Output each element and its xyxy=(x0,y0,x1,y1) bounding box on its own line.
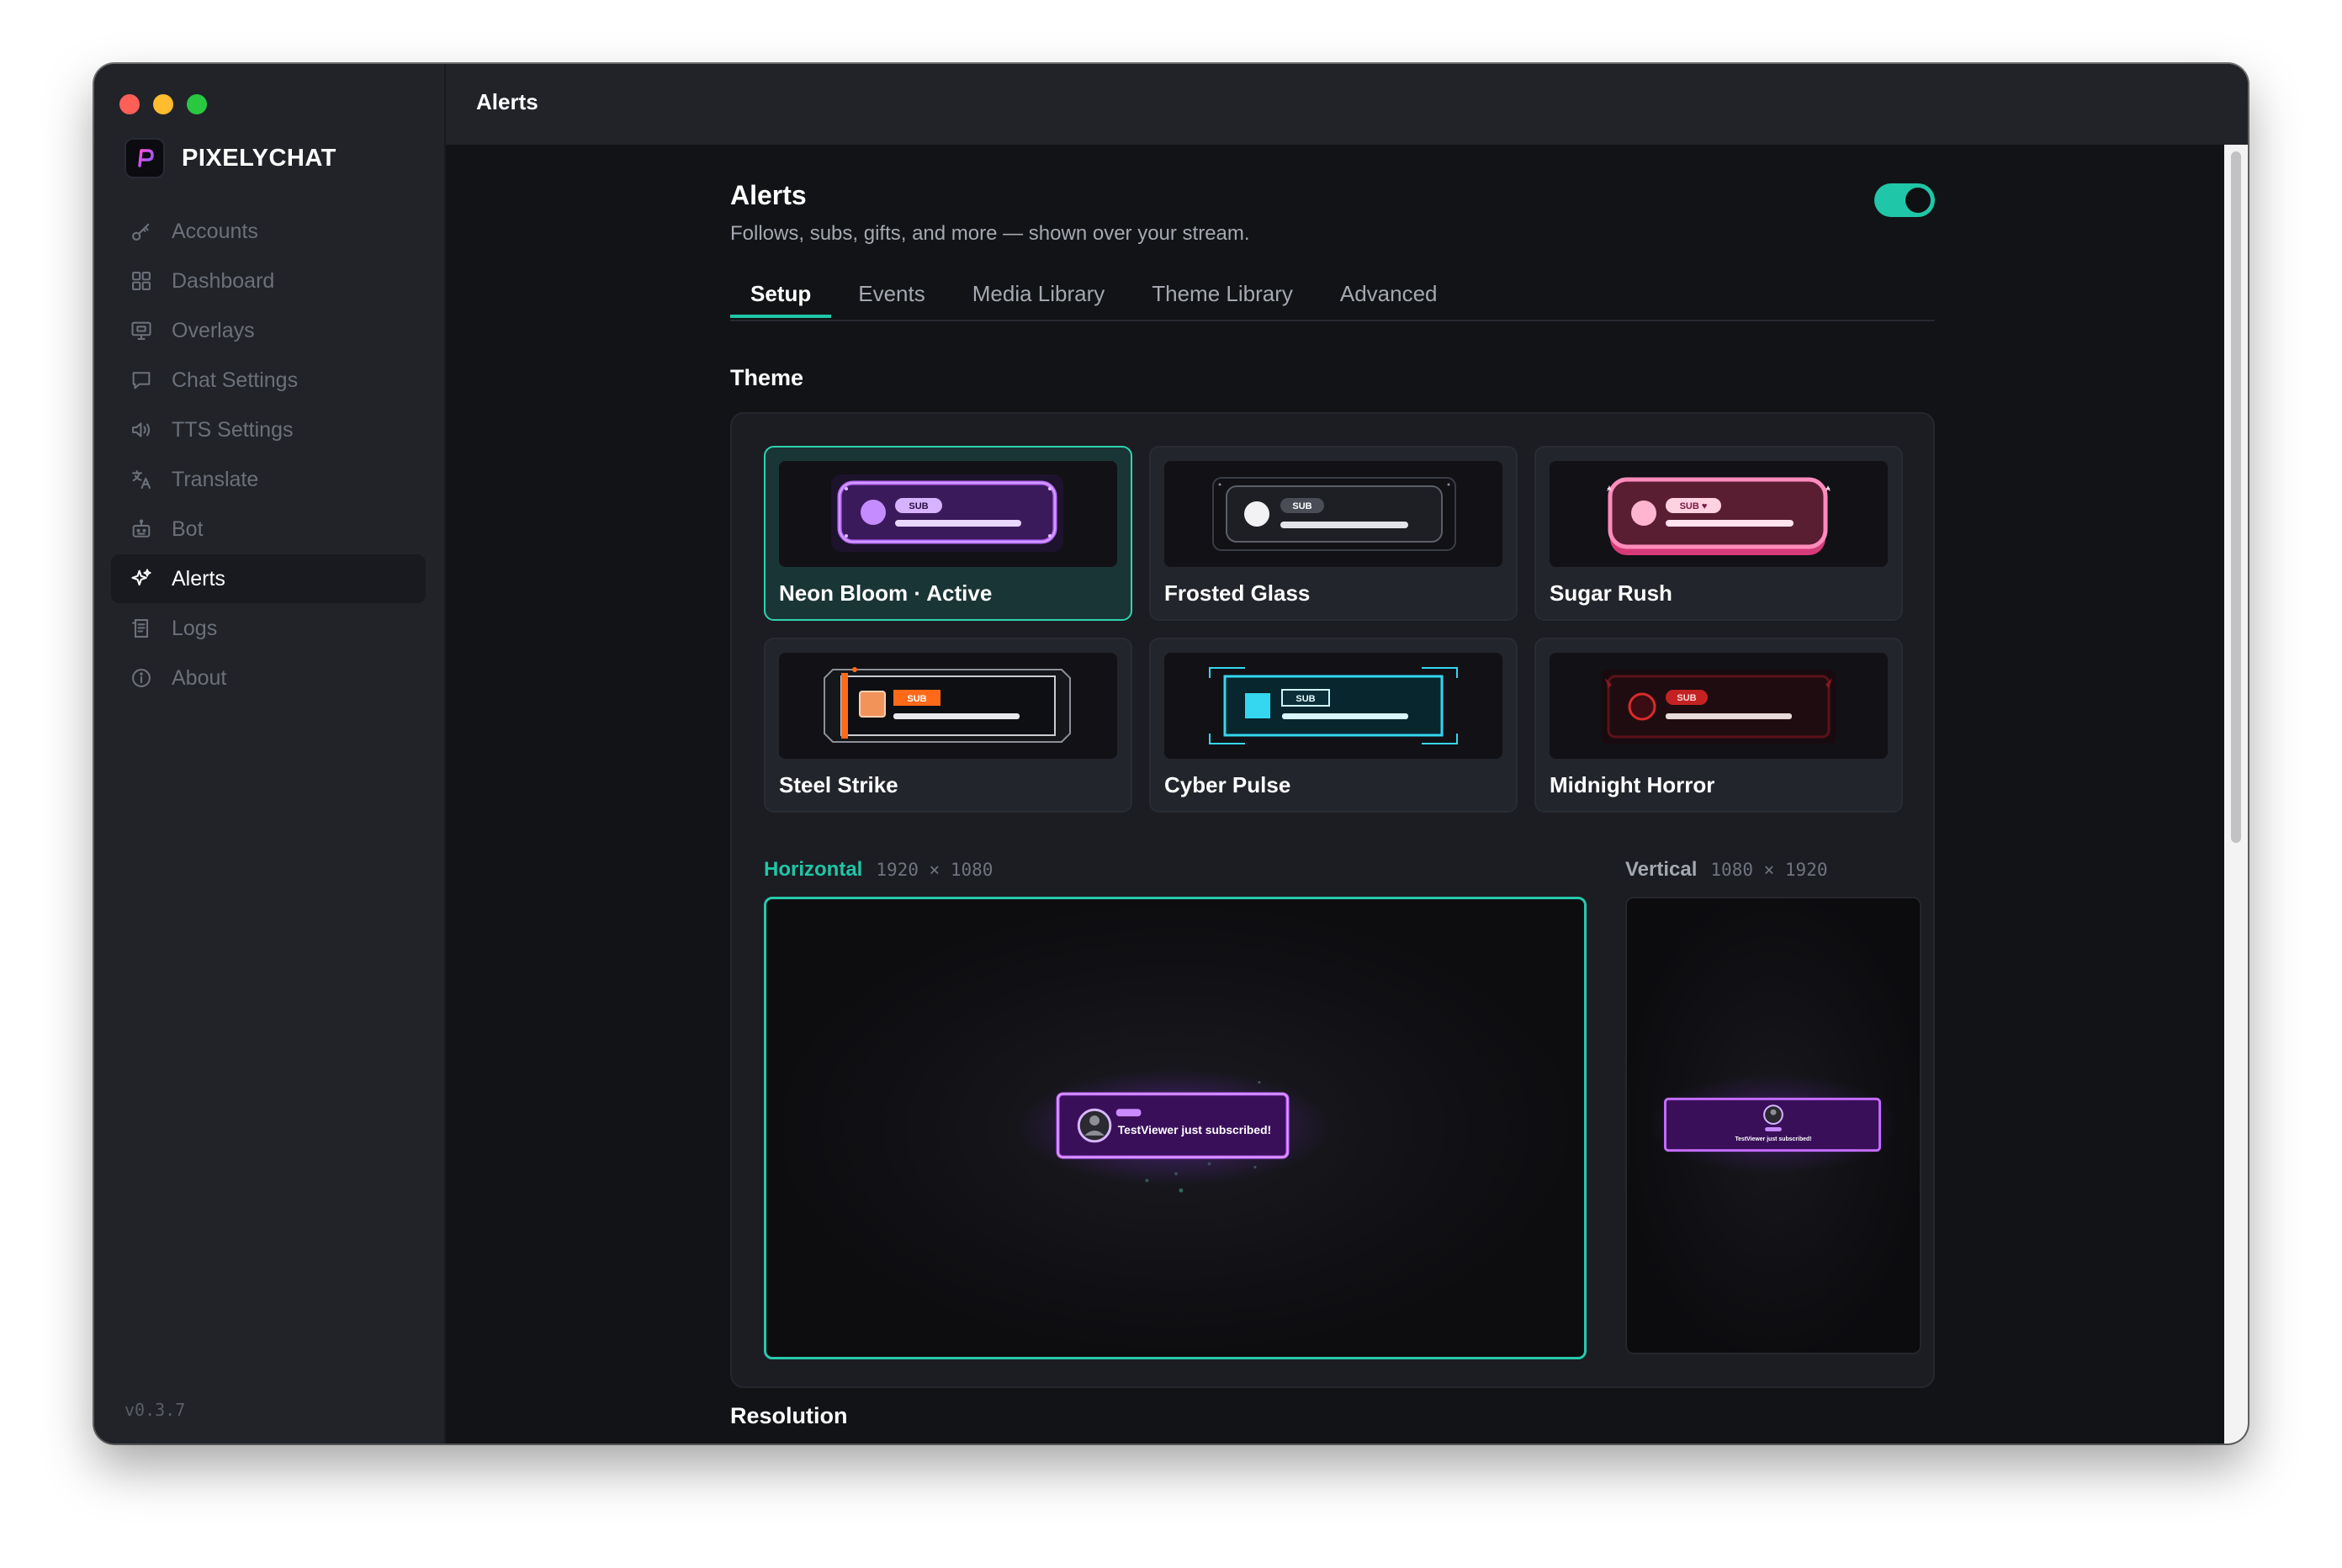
sidebar-item-label: Chat Settings xyxy=(172,368,299,392)
tab-media-library[interactable]: Media Library xyxy=(952,279,1126,318)
theme-card-midnight-horror[interactable]: SUB Midnight Horror xyxy=(1534,638,1903,813)
sidebar-item-translate[interactable]: Translate xyxy=(111,455,426,504)
theme-card-label: Midnight Horror xyxy=(1550,772,1715,797)
sidebar-item-about[interactable]: About xyxy=(111,654,426,702)
sidebar-item-tts-settings[interactable]: TTS Settings xyxy=(111,405,426,454)
page-subtitle: Follows, subs, gifts, and more — shown o… xyxy=(730,222,1250,245)
horizontal-dims: 1920 × 1080 xyxy=(876,860,993,880)
chat-bubble-icon xyxy=(132,372,151,389)
tab-advanced[interactable]: Advanced xyxy=(1320,279,1458,318)
sidebar-item-label: Translate xyxy=(172,467,259,491)
theme-thumbnail: SUB xyxy=(1164,461,1502,567)
tab-setup[interactable]: Setup xyxy=(730,279,832,318)
close-window-button[interactable] xyxy=(119,94,140,114)
theme-thumbnail: SUB xyxy=(1550,653,1888,759)
grid-icon xyxy=(132,272,151,290)
monitor-icon xyxy=(131,321,151,340)
brand: PIXELYCHAT xyxy=(125,138,336,178)
sidebar: PIXELYCHAT Accounts Dashboard Overlays C… xyxy=(94,64,446,1444)
brand-name: PIXELYCHAT xyxy=(182,144,336,172)
theme-card-steel-strike[interactable]: SUB Steel Strike xyxy=(764,638,1132,813)
sidebar-item-alerts[interactable]: Alerts xyxy=(111,554,426,603)
resolution-section-title: Resolution xyxy=(730,1403,848,1428)
sub-badge: SUB xyxy=(909,501,928,511)
translate-icon xyxy=(132,470,151,489)
log-icon xyxy=(132,619,149,638)
sidebar-item-dashboard[interactable]: Dashboard xyxy=(111,257,426,305)
sidebar-item-label: Alerts xyxy=(172,566,225,591)
vertical-dims: 1080 × 1920 xyxy=(1710,860,1828,880)
sub-badge: SUB xyxy=(1296,694,1315,704)
theme-panel: SUB Neon Bloom · Active SUB Frosted Glas… xyxy=(730,412,1935,1388)
speaker-icon xyxy=(132,422,151,437)
sidebar-item-overlays[interactable]: Overlays xyxy=(111,306,426,355)
vertical-label: Vertical xyxy=(1625,858,1698,881)
main-content: Alerts Follows, subs, gifts, and more — … xyxy=(446,145,2248,1444)
alert-message: TestViewer just subscribed! xyxy=(1735,1136,1811,1142)
page-title: Alerts xyxy=(730,180,807,210)
sidebar-item-label: Logs xyxy=(172,616,218,640)
theme-thumbnail: SUB xyxy=(779,653,1117,759)
vertical-preview[interactable]: TestViewer just subscribed! xyxy=(1625,897,1921,1354)
sidebar-item-label: Overlays xyxy=(172,318,255,342)
scrollbar-thumb[interactable] xyxy=(2231,151,2241,843)
info-icon xyxy=(132,669,151,687)
window-controls xyxy=(119,94,207,114)
alerts-enabled-toggle[interactable] xyxy=(1874,183,1935,217)
theme-section-title: Theme xyxy=(730,365,804,390)
sidebar-item-logs[interactable]: Logs xyxy=(111,604,426,653)
sidebar-item-label: Dashboard xyxy=(172,268,275,293)
preview-vertical-label: Vertical 1080 × 1920 xyxy=(1625,858,1827,882)
theme-card-label: Frosted Glass xyxy=(1164,580,1311,606)
theme-thumbnail: SUB xyxy=(779,461,1117,567)
tab-events[interactable]: Events xyxy=(838,279,946,318)
minimize-window-button[interactable] xyxy=(153,94,173,114)
theme-card-frosted-glass[interactable]: SUB Frosted Glass xyxy=(1149,446,1518,621)
sidebar-item-label: TTS Settings xyxy=(172,417,294,442)
theme-card-label: Steel Strike xyxy=(779,772,898,797)
sub-badge: SUB ♥ xyxy=(1680,501,1708,511)
title-bar: Alerts xyxy=(446,64,2248,146)
tab-theme-library[interactable]: Theme Library xyxy=(1131,279,1313,318)
sub-badge: SUB xyxy=(1292,501,1311,511)
sidebar-item-label: About xyxy=(172,665,227,690)
brand-logo-icon xyxy=(125,138,165,178)
theme-card-sugar-rush[interactable]: SUB ♥ Sugar Rush xyxy=(1534,446,1903,621)
sub-badge: SUB xyxy=(1677,693,1696,703)
key-icon xyxy=(132,223,150,241)
tab-bar: Setup Events Media Library Theme Library… xyxy=(730,279,1935,321)
theme-card-label: Sugar Rush xyxy=(1550,580,1672,606)
horizontal-preview[interactable]: TestViewer just subscribed! xyxy=(764,897,1587,1359)
theme-card-cyber-pulse[interactable]: SUB Cyber Pulse xyxy=(1149,638,1518,813)
sidebar-item-bot[interactable]: Bot xyxy=(111,505,426,554)
app-version: v0.3.7 xyxy=(125,1400,186,1420)
sidebar-item-chat-settings[interactable]: Chat Settings xyxy=(111,356,426,405)
sidebar-item-label: Bot xyxy=(172,516,204,541)
sidebar-item-label: Accounts xyxy=(172,219,258,243)
alert-message: TestViewer just subscribed! xyxy=(1118,1123,1271,1136)
theme-card-label: Cyber Pulse xyxy=(1164,772,1291,797)
preview-horizontal-label: Horizontal 1920 × 1080 xyxy=(764,858,993,882)
zoom-window-button[interactable] xyxy=(187,94,207,114)
app-window: PIXELYCHAT Accounts Dashboard Overlays C… xyxy=(94,64,2248,1444)
theme-card-neon-bloom[interactable]: SUB Neon Bloom · Active xyxy=(764,446,1132,621)
horizontal-label: Horizontal xyxy=(764,858,863,881)
theme-card-label: Neon Bloom · Active xyxy=(779,580,993,606)
robot-icon xyxy=(132,519,151,538)
sparkle-icon xyxy=(131,569,151,586)
sidebar-item-accounts[interactable]: Accounts xyxy=(111,207,426,256)
theme-thumbnail: SUB xyxy=(1164,653,1502,759)
theme-thumbnail: SUB ♥ xyxy=(1550,461,1888,567)
sidebar-nav: Accounts Dashboard Overlays Chat Setting… xyxy=(111,207,426,703)
sub-badge: SUB xyxy=(907,694,926,704)
window-title: Alerts xyxy=(476,89,538,114)
